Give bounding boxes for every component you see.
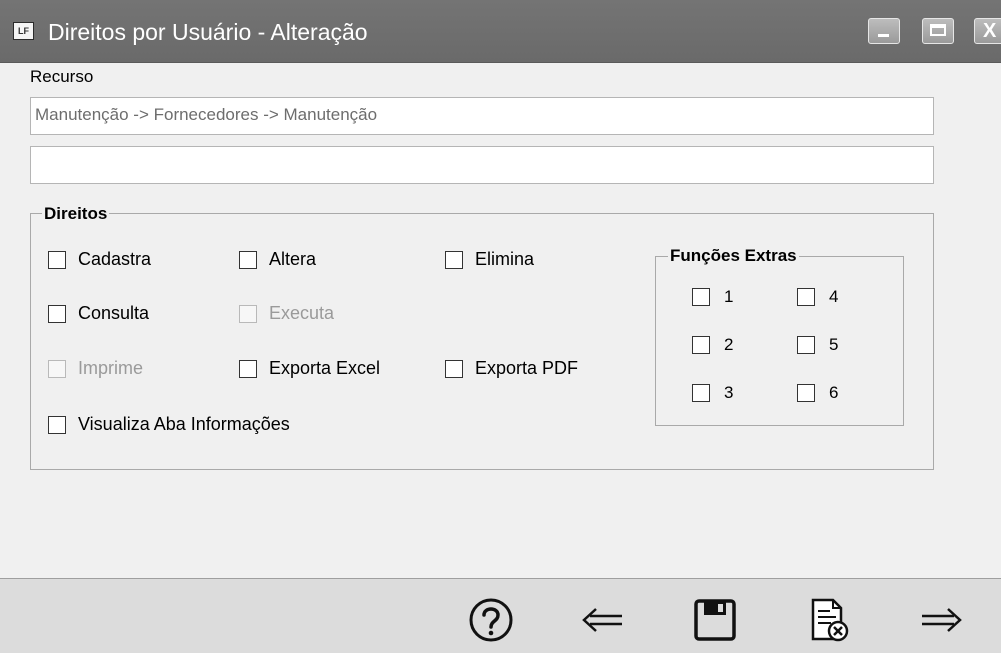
checkbox-box	[239, 304, 257, 323]
consulta-label: Consulta	[78, 303, 150, 323]
save-button[interactable]	[690, 595, 740, 645]
executa-checkbox: Executa	[239, 303, 334, 324]
checkbox-box[interactable]	[48, 304, 66, 323]
checkbox-box[interactable]	[445, 359, 463, 378]
back-button[interactable]	[578, 595, 628, 645]
checkbox-box[interactable]	[797, 336, 815, 354]
checkbox-box[interactable]	[692, 336, 710, 354]
checkbox-box[interactable]	[48, 250, 66, 269]
checkbox-box[interactable]	[239, 250, 257, 269]
funcao-extra-3-checkbox[interactable]: 3	[692, 383, 733, 403]
funcao-extra-label: 2	[724, 335, 734, 354]
funcao-extra-5-checkbox[interactable]: 5	[797, 335, 838, 355]
funcao-extra-2-checkbox[interactable]: 2	[692, 335, 733, 355]
checkbox-box[interactable]	[239, 359, 257, 378]
checkbox-box[interactable]	[692, 288, 710, 306]
checkbox-box[interactable]	[445, 250, 463, 269]
exporta-pdf-label: Exporta PDF	[475, 358, 579, 378]
cancel-button[interactable]	[803, 595, 853, 645]
title-bar[interactable]: LF Direitos por Usuário - Alteração X	[0, 0, 1001, 63]
cadastra-checkbox[interactable]: Cadastra	[48, 249, 151, 270]
funcao-extra-label: 6	[829, 383, 839, 402]
help-icon	[469, 598, 513, 642]
funcoes-extras-legend: Funções Extras	[668, 246, 799, 266]
checkbox-box[interactable]	[797, 288, 815, 306]
recurso-label: Recurso	[30, 67, 94, 86]
checkbox-box[interactable]	[692, 384, 710, 402]
window-title: Direitos por Usuário - Alteração	[48, 19, 368, 45]
altera-checkbox[interactable]: Altera	[239, 249, 316, 270]
next-button[interactable]	[916, 595, 966, 645]
funcao-extra-6-checkbox[interactable]: 6	[797, 383, 838, 403]
elimina-checkbox[interactable]: Elimina	[445, 249, 534, 270]
recurso-path-field[interactable]: Manutenção -> Fornecedores -> Manutenção	[30, 97, 934, 135]
imprime-checkbox: Imprime	[48, 358, 143, 379]
bottom-toolbar	[0, 578, 1001, 653]
cancel-document-icon	[811, 598, 849, 642]
close-icon: X	[983, 20, 997, 42]
funcao-extra-label: 5	[829, 335, 839, 354]
app-icon: LF	[13, 22, 34, 40]
funcao-extra-4-checkbox[interactable]: 4	[797, 287, 838, 307]
rights-window: LF Direitos por Usuário - Alteração X Re…	[0, 0, 1001, 653]
visualiza-aba-label: Visualiza Aba Informações	[78, 414, 290, 434]
executa-label: Executa	[269, 303, 335, 323]
checkbox-box[interactable]	[797, 384, 815, 402]
maximize-button[interactable]	[922, 18, 954, 44]
funcao-extra-1-checkbox[interactable]: 1	[692, 287, 733, 307]
funcao-extra-label: 1	[724, 287, 734, 306]
next-arrow-icon	[922, 608, 962, 632]
elimina-label: Elimina	[475, 249, 535, 269]
recurso-description-field[interactable]	[30, 146, 934, 184]
exporta-excel-checkbox[interactable]: Exporta Excel	[239, 358, 380, 379]
back-arrow-icon	[582, 608, 622, 632]
exporta-pdf-checkbox[interactable]: Exporta PDF	[445, 358, 578, 379]
checkbox-box	[48, 359, 66, 378]
visualiza-aba-checkbox[interactable]: Visualiza Aba Informações	[48, 414, 290, 435]
save-icon	[694, 599, 736, 641]
altera-label: Altera	[269, 249, 317, 269]
funcao-extra-label: 3	[724, 383, 734, 402]
funcao-extra-label: 4	[829, 287, 839, 306]
help-button[interactable]	[466, 595, 516, 645]
direitos-legend: Direitos	[42, 204, 110, 224]
consulta-checkbox[interactable]: Consulta	[48, 303, 149, 324]
checkbox-box[interactable]	[48, 415, 66, 434]
imprime-label: Imprime	[78, 358, 144, 378]
cadastra-label: Cadastra	[78, 249, 152, 269]
close-button[interactable]: X	[974, 18, 1001, 44]
minimize-button[interactable]	[868, 18, 900, 44]
exporta-excel-label: Exporta Excel	[269, 358, 381, 378]
